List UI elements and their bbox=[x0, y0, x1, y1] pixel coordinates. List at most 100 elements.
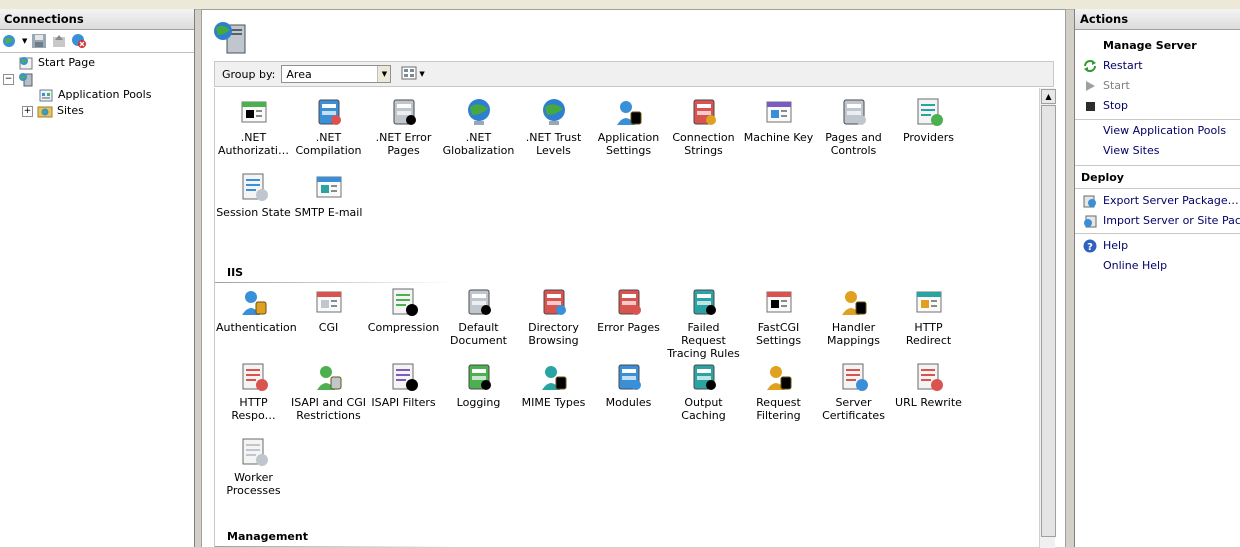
feature-label: Directory Browsing bbox=[528, 321, 579, 347]
feature-error-404[interactable]: .NET Error Pages bbox=[366, 96, 441, 157]
feature-smtp-email[interactable]: SMTP E-mail bbox=[291, 171, 366, 219]
connect-dropdown-icon[interactable]: ▼ bbox=[22, 37, 27, 45]
disconnect-icon[interactable] bbox=[71, 33, 87, 49]
section-separator bbox=[215, 282, 455, 283]
feature-failed-request[interactable]: Failed Request Tracing Rules bbox=[666, 286, 741, 360]
machine-key-icon bbox=[741, 96, 816, 128]
actions-divider bbox=[1075, 233, 1240, 234]
feature-fastcgi[interactable]: FastCGI Settings bbox=[741, 286, 816, 347]
feature-label: Default Document bbox=[450, 321, 507, 347]
feature-default-document[interactable]: Default Document bbox=[441, 286, 516, 347]
compile-icon bbox=[291, 96, 366, 128]
tree-item-sites[interactable]: + Sites bbox=[22, 103, 84, 119]
actions-divider bbox=[1075, 119, 1240, 120]
actions-title: Actions bbox=[1075, 9, 1240, 30]
feature-machine-key[interactable]: Machine Key bbox=[741, 96, 816, 144]
feature-http-redirect[interactable]: HTTP Redirect bbox=[891, 286, 966, 347]
feature-directory-browsing[interactable]: Directory Browsing bbox=[516, 286, 591, 347]
export-server-package-link[interactable]: Export Server Package… bbox=[1083, 193, 1239, 209]
feature-compression[interactable]: Compression bbox=[366, 286, 441, 334]
feature-logging[interactable]: Logging bbox=[441, 361, 516, 409]
feature-request-filtering[interactable]: Request Filtering bbox=[741, 361, 816, 422]
http-redirect-icon bbox=[891, 286, 966, 318]
section-heading: Management bbox=[227, 530, 308, 543]
session-state-icon bbox=[216, 171, 291, 203]
feature-url-rewrite[interactable]: URL Rewrite bbox=[891, 361, 966, 409]
server-header bbox=[202, 10, 1065, 60]
feature-http-response[interactable]: HTTP Respo… bbox=[216, 361, 291, 422]
feature-label: .NET Error Pages bbox=[375, 131, 432, 157]
features-view: Group by: Area ▼ ▼ .NET Authorizati… .NET… bbox=[201, 9, 1066, 548]
feature-label: URL Rewrite bbox=[895, 396, 962, 409]
help-link[interactable]: ? Help bbox=[1083, 238, 1128, 254]
online-help-link[interactable]: Online Help bbox=[1103, 258, 1167, 274]
vertical-scrollbar[interactable]: ▲ bbox=[1039, 88, 1056, 548]
collapse-icon[interactable]: − bbox=[3, 73, 14, 85]
feature-trust-globe[interactable]: .NET Trust Levels bbox=[516, 96, 591, 157]
view-dropdown-icon: ▼ bbox=[419, 70, 425, 78]
feature-handler-mappings[interactable]: Handler Mappings bbox=[816, 286, 891, 347]
server-header-icon bbox=[213, 19, 247, 58]
smtp-email-icon bbox=[291, 171, 366, 203]
feature-label: Authentication bbox=[216, 321, 297, 334]
feature-isapi-cgi[interactable]: ISAPI and CGI Restrictions bbox=[291, 361, 366, 422]
group-by-bar: Group by: Area ▼ ▼ bbox=[214, 61, 1054, 87]
feature-settings-list[interactable]: Application Settings bbox=[591, 96, 666, 157]
group-by-select[interactable]: Area ▼ bbox=[281, 65, 392, 83]
export-package-icon bbox=[1083, 194, 1097, 208]
modules-icon bbox=[591, 361, 666, 393]
url-rewrite-icon bbox=[891, 361, 966, 393]
expand-icon[interactable]: + bbox=[22, 105, 33, 117]
providers-icon bbox=[891, 96, 966, 128]
feature-authentication[interactable]: Authentication bbox=[216, 286, 297, 334]
feature-output-caching[interactable]: Output Caching bbox=[666, 361, 741, 422]
feature-label: HTTP Redirect bbox=[905, 321, 952, 347]
lock-user-icon bbox=[216, 96, 291, 128]
trust-globe-icon bbox=[516, 96, 591, 128]
default-document-icon bbox=[441, 286, 516, 318]
actions-panel: Actions Manage Server Restart Start Stop… bbox=[1074, 9, 1240, 547]
scroll-up-icon[interactable]: ▲ bbox=[1041, 89, 1056, 104]
import-package-icon bbox=[1083, 214, 1097, 228]
settings-list-icon bbox=[591, 96, 666, 128]
feature-globe[interactable]: .NET Globalization bbox=[441, 96, 516, 157]
view-sites-link[interactable]: View Sites bbox=[1103, 143, 1159, 159]
start-action[interactable]: Start bbox=[1083, 78, 1130, 94]
failed-request-icon bbox=[666, 286, 741, 318]
feature-pages-controls[interactable]: Pages and Controls bbox=[816, 96, 891, 157]
feature-session-state[interactable]: Session State bbox=[216, 171, 291, 219]
tree-item-server[interactable]: − bbox=[3, 71, 38, 87]
view-application-pools-link[interactable]: View Application Pools bbox=[1103, 123, 1226, 139]
feature-error-pages[interactable]: Error Pages bbox=[591, 286, 666, 334]
feature-database-ab[interactable]: Connection Strings bbox=[666, 96, 741, 157]
stop-action[interactable]: Stop bbox=[1083, 98, 1128, 114]
feature-cgi[interactable]: CGI bbox=[291, 286, 366, 334]
view-mode-button[interactable]: ▼ bbox=[401, 66, 425, 83]
tree-item-start-page[interactable]: Start Page bbox=[18, 55, 95, 71]
feature-compile[interactable]: .NET Compilation bbox=[291, 96, 366, 157]
feature-lock-user[interactable]: .NET Authorizati… bbox=[216, 96, 291, 157]
restart-action[interactable]: Restart bbox=[1083, 58, 1143, 74]
feature-label: MIME Types bbox=[521, 396, 586, 409]
connect-globe-icon[interactable] bbox=[2, 33, 18, 49]
feature-server-certificates[interactable]: Server Certificates bbox=[816, 361, 891, 422]
app-pools-icon bbox=[38, 87, 54, 103]
tree-item-application-pools[interactable]: Application Pools bbox=[38, 87, 151, 103]
feature-label: Logging bbox=[456, 396, 501, 409]
feature-worker-processes[interactable]: Worker Processes bbox=[216, 436, 291, 497]
group-by-label: Group by: bbox=[222, 67, 276, 81]
up-level-icon[interactable] bbox=[51, 33, 67, 49]
feature-providers[interactable]: Providers bbox=[891, 96, 966, 144]
feature-label: Application Settings bbox=[597, 131, 660, 157]
save-icon[interactable] bbox=[31, 33, 47, 49]
import-package-link[interactable]: Import Server or Site Package… bbox=[1083, 213, 1240, 229]
request-filtering-icon bbox=[741, 361, 816, 393]
restart-icon bbox=[1083, 59, 1097, 73]
scroll-thumb[interactable] bbox=[1041, 105, 1056, 537]
feature-mime-types[interactable]: MIME Types bbox=[516, 361, 591, 409]
feature-label: Compression bbox=[367, 321, 440, 334]
feature-isapi-filters[interactable]: ISAPI Filters bbox=[366, 361, 441, 409]
feature-label: Session State bbox=[216, 206, 291, 219]
feature-modules[interactable]: Modules bbox=[591, 361, 666, 409]
feature-label: Server Certificates bbox=[822, 396, 885, 422]
